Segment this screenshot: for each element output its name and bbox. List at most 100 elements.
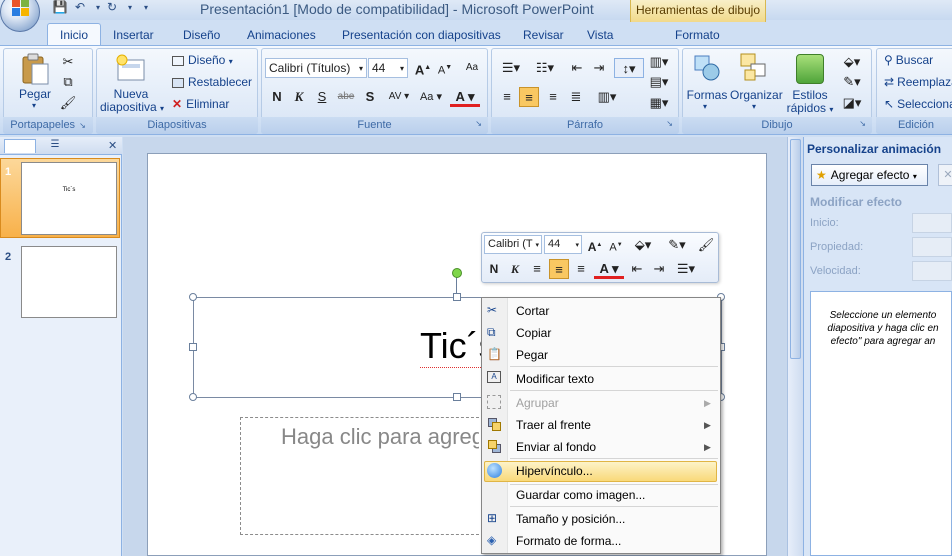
new-slide-label-1[interactable]: Nueva (104, 87, 158, 101)
copy-icon[interactable]: ⧉ (58, 72, 78, 92)
menu-item-cortar[interactable]: Cortar (516, 304, 549, 318)
align-center-icon[interactable]: ≡ (519, 87, 539, 107)
strikethrough-icon[interactable]: abe (336, 87, 356, 107)
shrink-font-icon[interactable]: A▼ (435, 58, 455, 78)
mini-bullets-icon[interactable]: ☰▾ (671, 259, 701, 279)
menu-item-enviar-al-fondo[interactable]: Enviar al fondo (516, 440, 596, 454)
save-icon[interactable]: 💾 (52, 0, 68, 16)
shapes-button[interactable]: Formas (686, 88, 728, 102)
undo-icon[interactable]: ↶ (72, 0, 88, 16)
resize-handle-tl[interactable] (189, 293, 197, 301)
convert-smartart-icon[interactable]: ▦▾ (647, 93, 671, 113)
tab-presentacion[interactable]: Presentación con diapositivas (342, 24, 501, 45)
align-left-icon[interactable]: ≡ (497, 87, 517, 107)
redo-icon[interactable]: ↻ (104, 0, 120, 16)
columns-icon[interactable]: ▥▾ (592, 87, 622, 107)
tab-diseno[interactable]: Diseño (183, 24, 220, 45)
arrange-button[interactable]: Organizar (730, 88, 783, 102)
speed-field[interactable] (912, 261, 952, 281)
shapes-dropdown-icon[interactable]: ▾ (703, 102, 707, 111)
mini-font-color-icon[interactable]: A ▾ (594, 259, 624, 279)
menu-item-copiar[interactable]: Copiar (516, 326, 551, 340)
quick-styles-icon[interactable] (796, 54, 824, 84)
bold-icon[interactable]: N (267, 87, 287, 107)
remove-effect-icon[interactable]: ✕ (938, 164, 952, 186)
cut-icon[interactable]: ✂ (58, 52, 78, 72)
text-direction-icon[interactable]: ▥▾ (647, 52, 671, 72)
shadow-icon[interactable]: S (360, 87, 380, 107)
tab-inicio[interactable]: Inicio (47, 23, 102, 45)
mini-align-right-icon[interactable]: ≡ (571, 259, 591, 279)
resize-handle-bl[interactable] (189, 393, 197, 401)
close-pane-icon[interactable]: ✕ (108, 139, 117, 152)
vertical-scrollbar[interactable] (787, 137, 803, 556)
tab-vista[interactable]: Vista (587, 24, 613, 45)
mini-fill-color-icon[interactable]: ⬙▾ (628, 235, 658, 255)
customize-qat-icon[interactable]: ▾ (138, 3, 154, 19)
reset-button[interactable]: Restablecer (172, 75, 252, 89)
new-slide-label-2[interactable]: diapositiva ▾ (100, 100, 164, 114)
justify-icon[interactable]: ≣ (566, 87, 586, 107)
outline-tab-icon[interactable]: ☰ (40, 139, 70, 153)
align-text-icon[interactable]: ▤▾ (647, 72, 671, 92)
grow-font-icon[interactable]: A▲ (413, 58, 433, 78)
menu-item-formato-forma[interactable]: Formato de forma... (516, 534, 621, 548)
bullets-icon[interactable]: ☰▾ (497, 58, 525, 78)
tab-animaciones[interactable]: Animaciones (247, 24, 316, 45)
underline-icon[interactable]: S (312, 87, 332, 107)
align-right-icon[interactable]: ≡ (543, 87, 563, 107)
format-painter-icon[interactable]: 🖌 (58, 93, 78, 113)
font-size-combo[interactable]: 44 ▾ (368, 58, 408, 78)
line-spacing-icon[interactable]: ↕▾ (614, 58, 644, 78)
arrange-dropdown-icon[interactable]: ▾ (752, 102, 756, 111)
property-field[interactable] (912, 237, 952, 257)
quick-styles-label-2[interactable]: rápidos ▾ (784, 101, 836, 115)
numbering-icon[interactable]: ☷▾ (530, 58, 560, 78)
font-color-icon[interactable]: A ▾ (450, 87, 480, 107)
quick-styles-label-1[interactable]: Estilos (790, 88, 830, 102)
scrollbar-thumb[interactable] (790, 139, 801, 359)
menu-item-guardar-imagen[interactable]: Guardar como imagen... (516, 488, 645, 502)
tab-insertar[interactable]: Insertar (113, 24, 154, 45)
menu-item-traer-al-frente[interactable]: Traer al frente (516, 418, 591, 432)
mini-align-left-icon[interactable]: ≡ (527, 259, 547, 279)
mini-italic-icon[interactable]: K (505, 259, 525, 279)
paste-icon[interactable] (20, 52, 50, 86)
paste-dropdown-icon[interactable]: ▾ (32, 101, 36, 110)
resize-handle-l[interactable] (189, 343, 197, 351)
font-name-combo[interactable]: Calibri (Títulos) ▾ (265, 58, 367, 78)
char-spacing-icon[interactable]: AV ▾ (385, 87, 413, 107)
menu-item-tamano-posicion[interactable]: Tamaño y posición... (516, 512, 625, 526)
slides-tab-icon[interactable] (4, 139, 36, 153)
slide-thumb-1[interactable]: Tic´s (21, 162, 117, 235)
shapes-icon[interactable] (693, 52, 721, 84)
decrease-indent-icon[interactable]: ⇤ (567, 58, 587, 78)
menu-item-hipervinculo[interactable]: Hipervínculo... (516, 464, 593, 478)
resize-handle-b[interactable] (453, 393, 461, 401)
clear-format-icon[interactable]: Aa (462, 58, 482, 78)
find-button[interactable]: ⚲ Buscar (884, 53, 933, 67)
new-slide-icon[interactable] (114, 54, 148, 84)
resize-handle-t[interactable] (453, 293, 461, 301)
menu-item-pegar[interactable]: Pegar (516, 348, 548, 362)
shape-fill-icon[interactable]: ⬙▾ (838, 52, 866, 72)
replace-button[interactable]: ⇄Reemplazar (884, 75, 952, 89)
menu-item-modificar-texto[interactable]: Modificar texto (516, 372, 594, 386)
tab-revisar[interactable]: Revisar (523, 24, 564, 45)
delete-slide-button[interactable]: ✕ Eliminar (172, 97, 229, 111)
mini-bold-icon[interactable]: N (484, 259, 504, 279)
paste-button[interactable]: Pegar (14, 87, 56, 101)
redo-dropdown-icon[interactable]: ▾ (122, 3, 138, 19)
mini-outline-color-icon[interactable]: ✎▾ (662, 235, 692, 255)
italic-icon[interactable]: K (289, 87, 309, 107)
mini-shrink-font-icon[interactable]: A▼ (606, 235, 626, 255)
shape-outline-icon[interactable]: ✎▾ (838, 72, 866, 92)
mini-font-name-combo[interactable]: Calibri (T ▾ (484, 235, 542, 254)
tab-formato[interactable]: Formato (675, 24, 720, 45)
add-effect-button[interactable]: ★ Agregar efecto ▾ (811, 164, 928, 186)
mini-grow-font-icon[interactable]: A▲ (585, 235, 605, 255)
increase-indent-icon[interactable]: ⇥ (589, 58, 609, 78)
mini-align-center-icon[interactable]: ≡ (549, 259, 569, 279)
mini-font-size-combo[interactable]: 44 ▾ (544, 235, 582, 254)
layout-button[interactable]: Diseño ▾ (172, 53, 233, 67)
